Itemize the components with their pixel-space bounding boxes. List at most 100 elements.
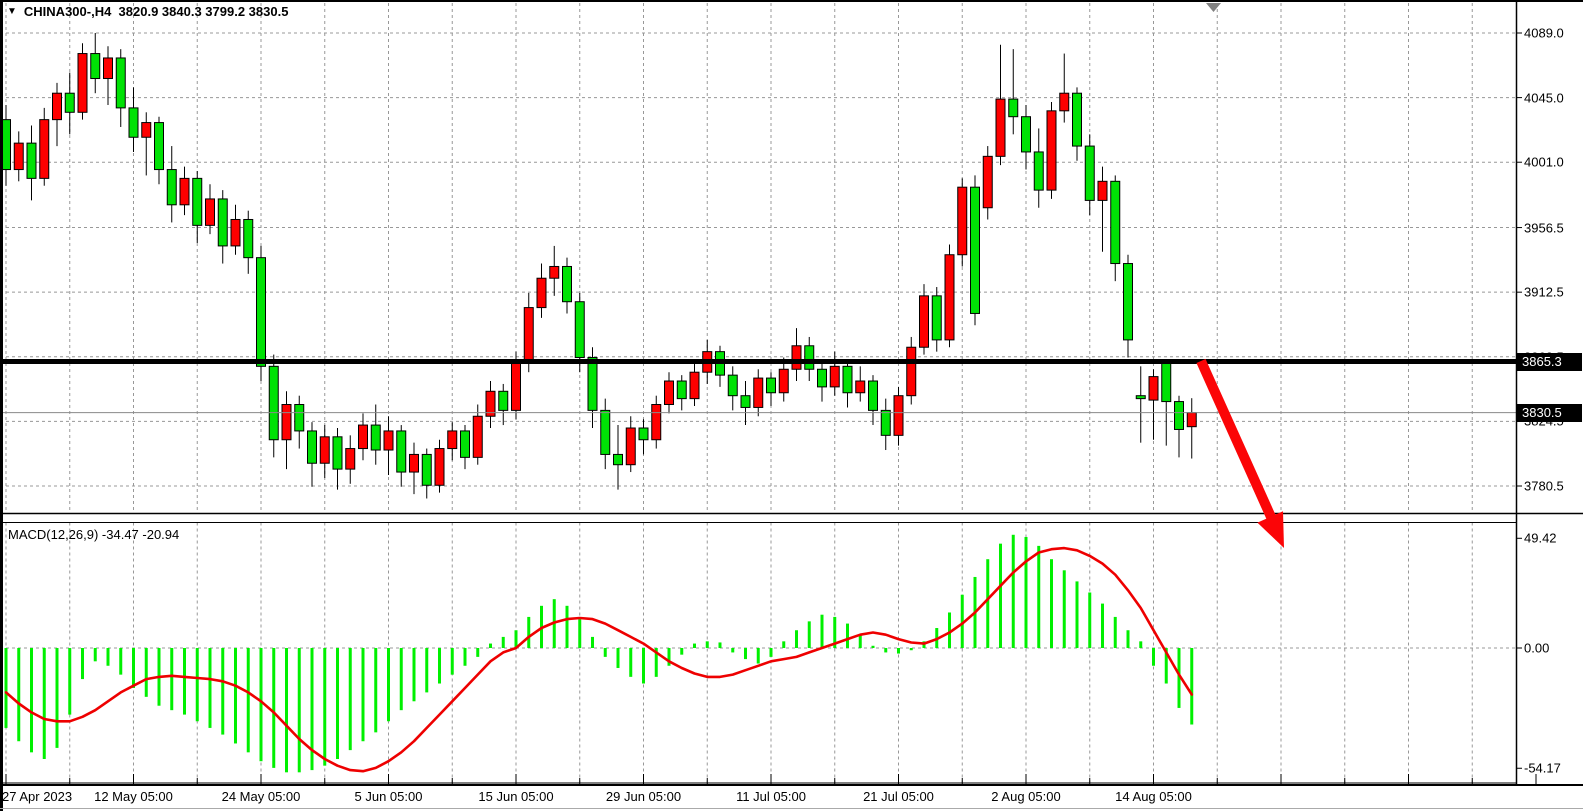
macd-bar bbox=[846, 624, 849, 648]
macd-bar bbox=[400, 648, 403, 710]
candle-up bbox=[626, 416, 635, 472]
time-axis-label: 21 Jul 05:00 bbox=[863, 789, 934, 804]
macd-bar bbox=[515, 630, 518, 648]
candle-up bbox=[830, 352, 839, 396]
macd-bar bbox=[145, 648, 148, 697]
arrow-head bbox=[1257, 511, 1284, 548]
bid-price-badge: 3830.5 bbox=[1517, 404, 1582, 422]
macd-bar bbox=[859, 635, 862, 648]
window-top-border bbox=[0, 0, 1583, 2]
candle-body bbox=[1124, 264, 1133, 340]
candle-body bbox=[856, 381, 865, 393]
candle-body bbox=[1073, 93, 1082, 146]
candle-body bbox=[958, 187, 967, 255]
candle-body bbox=[167, 170, 176, 205]
macd-bar bbox=[744, 648, 747, 659]
macd-bar bbox=[1050, 559, 1053, 648]
candle-body bbox=[206, 199, 215, 225]
candle-body bbox=[920, 296, 929, 347]
macd-bar bbox=[795, 630, 798, 648]
candle-down bbox=[167, 146, 176, 222]
macd-bar bbox=[43, 648, 46, 759]
time-axis-label: 12 May 05:00 bbox=[94, 789, 173, 804]
candle-down bbox=[728, 366, 737, 410]
macd-bar bbox=[706, 641, 709, 648]
candle-body bbox=[308, 431, 317, 463]
candle-body bbox=[129, 108, 138, 137]
candle-body bbox=[639, 428, 648, 440]
candle-body bbox=[805, 346, 814, 369]
macd-bar bbox=[604, 648, 607, 657]
candle-body bbox=[626, 428, 635, 465]
candle-down bbox=[639, 419, 648, 454]
candle-body bbox=[116, 58, 125, 108]
macd-bar bbox=[1037, 546, 1040, 648]
macd-bar bbox=[489, 644, 492, 648]
macd-bar bbox=[1076, 581, 1079, 648]
candle-up bbox=[690, 362, 699, 406]
macd-bar bbox=[578, 619, 581, 648]
candle-up bbox=[958, 178, 967, 266]
candle-up bbox=[435, 440, 444, 493]
candle-body bbox=[53, 93, 62, 119]
candle-body bbox=[1136, 396, 1145, 399]
candle-down bbox=[1034, 128, 1043, 207]
candle-body bbox=[142, 123, 151, 138]
macd-bar bbox=[502, 637, 505, 648]
macd-bar bbox=[209, 648, 212, 728]
candle-up bbox=[792, 328, 801, 381]
macd-bar bbox=[566, 606, 569, 648]
macd-bar bbox=[821, 615, 824, 648]
candle-body bbox=[690, 372, 699, 398]
macd-axis-label: 0.00 bbox=[1524, 641, 1549, 656]
candle-up bbox=[920, 284, 929, 354]
candle-down bbox=[1085, 134, 1094, 215]
candle-body bbox=[1175, 402, 1184, 430]
macd-bar bbox=[362, 648, 365, 741]
candle-body bbox=[894, 396, 903, 436]
macd-bar bbox=[221, 648, 224, 735]
candle-body bbox=[397, 431, 406, 472]
price-axis-label: 3780.5 bbox=[1524, 479, 1564, 494]
time-axis-label: 5 Jun 05:00 bbox=[355, 789, 423, 804]
candle-up bbox=[320, 425, 329, 478]
candle-up bbox=[206, 184, 215, 234]
macd-bar bbox=[1025, 537, 1028, 648]
candle-body bbox=[155, 123, 164, 170]
candle-body bbox=[1162, 363, 1171, 401]
time-axis-label: 29 Jun 05:00 bbox=[606, 789, 681, 804]
macd-bar bbox=[719, 642, 722, 648]
candle-down bbox=[155, 117, 164, 185]
macd-axis-label: -54.17 bbox=[1524, 761, 1561, 776]
macd-bar bbox=[323, 648, 326, 766]
macd-bar bbox=[5, 648, 8, 728]
macd-bar bbox=[413, 648, 416, 701]
candle-down bbox=[767, 372, 776, 406]
chart-shift-marker-icon bbox=[1206, 3, 1221, 12]
macd-bar bbox=[132, 648, 135, 688]
trend-arrow-annotation[interactable] bbox=[1201, 361, 1284, 548]
candle-up bbox=[104, 46, 113, 105]
candle-down bbox=[614, 425, 623, 490]
candle-up bbox=[448, 422, 457, 460]
candle-up bbox=[78, 43, 87, 119]
macd-bar bbox=[986, 559, 989, 648]
symbol-dropdown-icon[interactable]: ▼ bbox=[7, 5, 17, 18]
chart-canvas[interactable] bbox=[0, 0, 1583, 811]
candle-down bbox=[244, 211, 253, 274]
macd-bar bbox=[884, 648, 887, 652]
macd-bar bbox=[1101, 604, 1104, 648]
candle-up bbox=[537, 264, 546, 318]
candle-down bbox=[91, 33, 100, 93]
candle-body bbox=[996, 99, 1005, 156]
candle-body bbox=[677, 381, 686, 399]
macd-bar bbox=[1139, 641, 1142, 648]
candle-up bbox=[142, 112, 151, 175]
candle-body bbox=[435, 449, 444, 486]
candle-body bbox=[231, 219, 240, 245]
window-left-border bbox=[0, 0, 3, 811]
candle-down bbox=[1009, 49, 1018, 134]
macd-bar bbox=[234, 648, 237, 743]
candle-up bbox=[384, 416, 393, 475]
candle-down bbox=[741, 381, 750, 425]
